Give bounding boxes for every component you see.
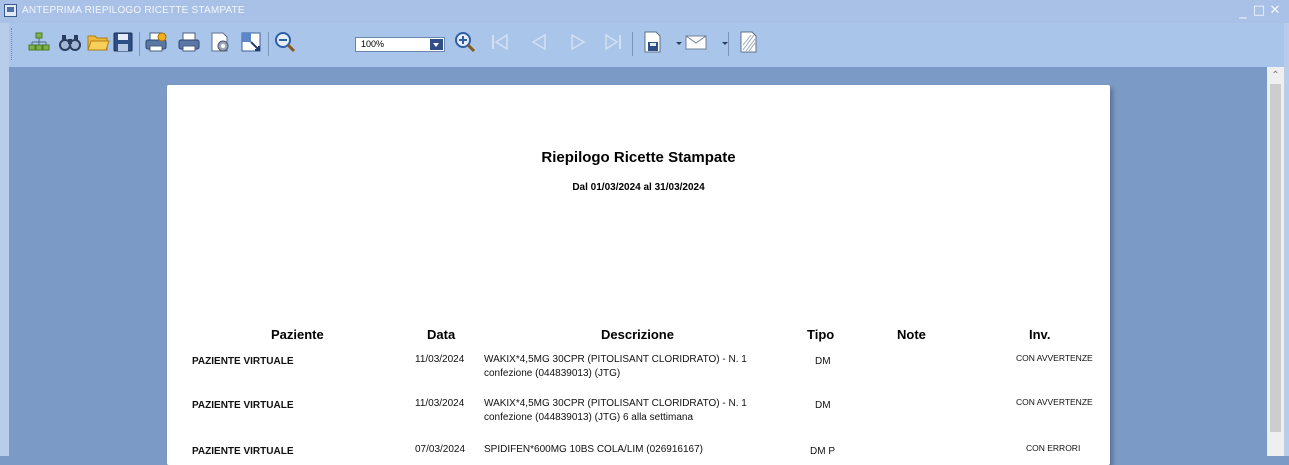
- row-tipo: DM P: [810, 446, 835, 457]
- last-page-icon[interactable]: [601, 30, 625, 54]
- vertical-scrollbar[interactable]: ⌃: [1267, 67, 1284, 456]
- find-icon[interactable]: [58, 30, 82, 54]
- column-header-paziente: Paziente: [271, 327, 324, 342]
- minimize-button[interactable]: _: [1236, 3, 1250, 19]
- report-page: Riepilogo Ricette Stampate Dal 01/03/202…: [167, 85, 1110, 465]
- export-icon[interactable]: [641, 30, 665, 54]
- export-dropdown-icon[interactable]: [667, 30, 682, 54]
- email-dropdown-icon[interactable]: [713, 30, 728, 54]
- next-page-icon[interactable]: [566, 30, 590, 54]
- report-subtitle: Dal 01/03/2024 al 31/03/2024: [572, 182, 705, 193]
- scroll-up-icon[interactable]: ⌃: [1267, 67, 1284, 84]
- report-title: Riepilogo Ricette Stampate: [541, 149, 736, 166]
- window-frame-left: [0, 23, 9, 456]
- row-descrizione-line1: SPIDIFEN*600MG 10BS COLA/LIM (026916167): [484, 444, 703, 455]
- column-header-tipo: Tipo: [807, 327, 835, 342]
- email-icon[interactable]: [684, 30, 708, 54]
- scroll-thumb[interactable]: [1270, 84, 1281, 432]
- window-frame-right: [1284, 23, 1289, 456]
- row-inv: CON AVVERTENZE: [1016, 353, 1093, 363]
- column-header-note: Note: [897, 327, 926, 342]
- open-icon[interactable]: [86, 30, 110, 54]
- maximize-button[interactable]: □: [1252, 3, 1266, 19]
- chevron-down-icon[interactable]: [430, 39, 443, 50]
- zoom-in-icon[interactable]: [453, 30, 477, 54]
- row-paziente: PAZIENTE VIRTUALE: [192, 356, 294, 367]
- column-header-descrizione: Descrizione: [601, 327, 674, 342]
- print-dialog-icon[interactable]: [144, 30, 168, 54]
- zoom-out-icon[interactable]: [273, 30, 297, 54]
- toolbar-grip[interactable]: [11, 28, 14, 60]
- row-tipo: DM: [815, 356, 831, 367]
- toolbar-separator: [268, 32, 269, 56]
- save-icon[interactable]: [111, 30, 135, 54]
- row-inv: CON AVVERTENZE: [1016, 397, 1093, 407]
- row-data: 07/03/2024: [415, 444, 466, 455]
- toolbar-separator: [139, 32, 140, 56]
- page-setup-icon[interactable]: [208, 30, 232, 54]
- previous-page-icon[interactable]: [527, 30, 551, 54]
- title-bar: ANTEPRIMA RIEPILOGO RICETTE STAMPATE _ □…: [0, 0, 1289, 23]
- zoom-select[interactable]: 100%: [355, 37, 445, 52]
- tree-icon[interactable]: [27, 30, 51, 54]
- row-descrizione-line1: WAKIX*4,5MG 30CPR (PITOLISANT CLORIDRATO…: [484, 398, 747, 409]
- column-header-inv: Inv.: [1029, 327, 1051, 342]
- app-icon[interactable]: [4, 4, 17, 17]
- row-descrizione-line1: WAKIX*4,5MG 30CPR (PITOLISANT CLORIDRATO…: [484, 354, 747, 365]
- toolbar-separator: [632, 32, 633, 56]
- row-data: 11/03/2024: [415, 354, 465, 365]
- close-button[interactable]: ✕: [1268, 3, 1282, 19]
- zoom-value: 100%: [361, 39, 385, 49]
- row-tipo: DM: [815, 400, 831, 411]
- scale-icon[interactable]: [239, 30, 263, 54]
- row-paziente: PAZIENTE VIRTUALE: [192, 400, 294, 411]
- first-page-icon[interactable]: [488, 30, 512, 54]
- row-descrizione-line2: confezione (044839013) (JTG) 6 alla sett…: [484, 412, 694, 423]
- row-inv: CON ERRORI: [1026, 443, 1081, 453]
- row-paziente: PAZIENTE VIRTUALE: [192, 446, 294, 457]
- watermark-icon[interactable]: [737, 30, 761, 54]
- print-icon[interactable]: [177, 30, 201, 54]
- row-data: 11/03/2024: [415, 398, 465, 409]
- window-title: ANTEPRIMA RIEPILOGO RICETTE STAMPATE: [22, 5, 245, 16]
- column-header-data: Data: [427, 327, 456, 342]
- row-descrizione-line2: confezione (044839013) (JTG): [484, 368, 621, 379]
- toolbar-separator: [728, 32, 729, 56]
